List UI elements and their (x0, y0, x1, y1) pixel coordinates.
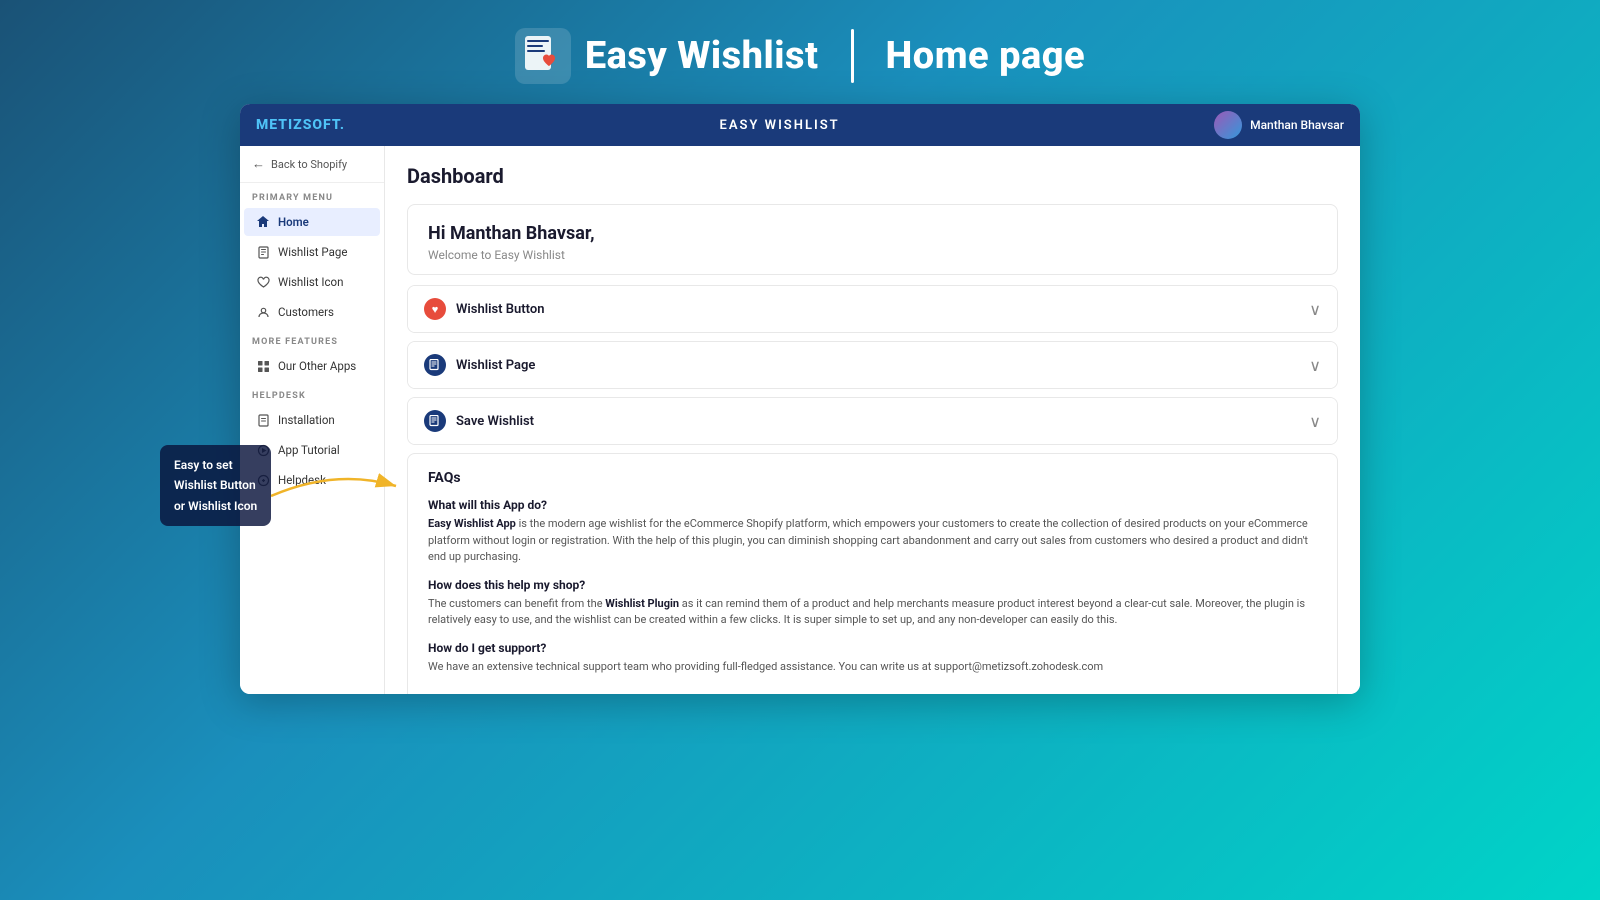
sidebar-wishlist-icon-label: Wishlist Icon (278, 275, 343, 289)
back-to-shopify-label: Back to Shopify (271, 158, 347, 171)
main-content: Dashboard Hi Manthan Bhavsar, Welcome to… (385, 146, 1360, 694)
accordion-save-wishlist-header[interactable]: Save Wishlist ∨ (408, 398, 1337, 444)
accordion-wishlist-button-title: Wishlist Button (456, 302, 544, 317)
topbar-center-label: EASY WISHLIST (719, 118, 839, 133)
home-icon (256, 215, 270, 229)
accordion-wishlist-button-header[interactable]: ♥ Wishlist Button ∨ (408, 286, 1337, 332)
heart-icon (256, 275, 270, 289)
wishlist-page-icon (424, 354, 446, 376)
accordion-wishlist-page-header[interactable]: Wishlist Page ∨ (408, 342, 1337, 388)
app-topbar: METIZSOFT. EASY WISHLIST Manthan Bhavsar (240, 104, 1360, 146)
sidebar-item-customers[interactable]: Customers (244, 298, 380, 326)
save-wishlist-chevron: ∨ (1309, 412, 1321, 431)
sidebar-item-app-tutorial[interactable]: App Tutorial (244, 436, 380, 464)
dashboard-title: Dashboard (407, 164, 1338, 188)
accordion-wishlist-button: ♥ Wishlist Button ∨ (407, 285, 1338, 333)
accordion-left: Save Wishlist (424, 410, 534, 432)
faq-a1: Easy Wishlist App is the modern age wish… (428, 516, 1317, 566)
faq-q1: What will this App do? (428, 498, 1317, 512)
sidebar-home-label: Home (278, 215, 309, 229)
faq-section: FAQs What will this App do? Easy Wishlis… (407, 453, 1338, 694)
accordion-left: Wishlist Page (424, 354, 535, 376)
sidebar-item-wishlist-page[interactable]: Wishlist Page (244, 238, 380, 266)
app-branding: Easy Wishlist (515, 28, 819, 84)
save-wishlist-icon (424, 410, 446, 432)
app-window: METIZSOFT. EASY WISHLIST Manthan Bhavsar… (240, 104, 1360, 694)
accordion-left: ♥ Wishlist Button (424, 298, 544, 320)
grid-icon (256, 359, 270, 373)
welcome-sub: Welcome to Easy Wishlist (428, 248, 1317, 262)
sidebar-installation-label: Installation (278, 413, 335, 427)
accordion-save-wishlist: Save Wishlist ∨ (407, 397, 1338, 445)
app-icon (515, 28, 571, 84)
faq-q2: How does this help my shop? (428, 578, 1317, 592)
sidebar: ← Back to Shopify PRIMARY MENU Home Wish… (240, 146, 385, 694)
wishlist-button-icon: ♥ (424, 298, 446, 320)
sidebar-other-apps-label: Our Other Apps (278, 359, 356, 373)
faq-a3: We have an extensive technical support t… (428, 659, 1317, 676)
more-features-label: MORE FEATURES (240, 327, 384, 351)
app-title: Easy Wishlist (585, 34, 819, 78)
page-subtitle: Home page (886, 34, 1086, 78)
wishlist-page-chevron: ∨ (1309, 356, 1321, 375)
sidebar-helpdesk-label: Helpdesk (278, 473, 326, 487)
sidebar-item-installation[interactable]: Installation (244, 406, 380, 434)
chat-icon (256, 473, 270, 487)
primary-menu-label: PRIMARY MENU (240, 183, 384, 207)
page-icon (256, 245, 270, 259)
sidebar-item-wishlist-icon[interactable]: Wishlist Icon (244, 268, 380, 296)
back-to-shopify-button[interactable]: ← Back to Shopify (240, 146, 384, 183)
topbar-user: Manthan Bhavsar (1214, 111, 1344, 139)
sidebar-app-tutorial-label: App Tutorial (278, 443, 340, 457)
faq-a2: The customers can benefit from the Wishl… (428, 596, 1317, 629)
accordion-wishlist-page-title: Wishlist Page (456, 358, 535, 373)
user-name: Manthan Bhavsar (1250, 118, 1344, 132)
accordion-save-wishlist-title: Save Wishlist (456, 414, 534, 429)
user-avatar (1214, 111, 1242, 139)
top-header: Easy Wishlist Home page (0, 0, 1600, 104)
sidebar-wishlist-page-label: Wishlist Page (278, 245, 347, 259)
faq-title: FAQs (428, 470, 1317, 486)
faq-q3: How do I get support? (428, 641, 1317, 655)
sidebar-item-other-apps[interactable]: Our Other Apps (244, 352, 380, 380)
wishlist-button-chevron: ∨ (1309, 300, 1321, 319)
app-body: ← Back to Shopify PRIMARY MENU Home Wish… (240, 146, 1360, 694)
sidebar-item-helpdesk[interactable]: Helpdesk (244, 466, 380, 494)
app-logo: METIZSOFT. (256, 117, 345, 133)
sidebar-item-home[interactable]: Home (244, 208, 380, 236)
header-divider (851, 29, 854, 83)
back-arrow-icon: ← (252, 156, 265, 172)
helpdesk-label: HELPDESK (240, 381, 384, 405)
sidebar-customers-label: Customers (278, 305, 334, 319)
welcome-name: Hi Manthan Bhavsar, (428, 223, 1317, 244)
welcome-card: Hi Manthan Bhavsar, Welcome to Easy Wish… (407, 204, 1338, 275)
accordion-wishlist-page: Wishlist Page ∨ (407, 341, 1338, 389)
user-icon (256, 305, 270, 319)
doc-icon (256, 413, 270, 427)
play-icon (256, 443, 270, 457)
